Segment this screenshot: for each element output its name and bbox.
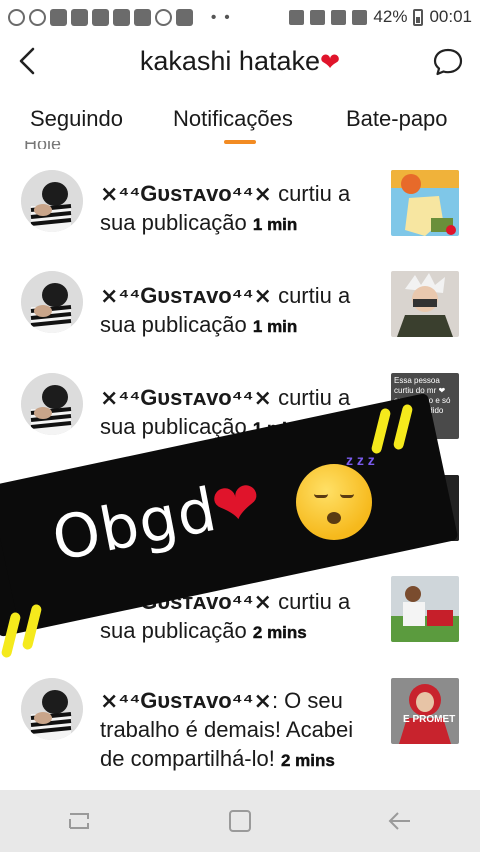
- notification-text: ⨯⁴⁴Gᴜѕтᴀᴠᴏ⁴⁴⨯ curtiu a sua publicação 1 …: [100, 179, 380, 239]
- sleeping-face-emoji-icon: [296, 464, 372, 540]
- wifi-icon: [331, 9, 347, 25]
- timestamp: 2 mins: [252, 623, 307, 642]
- facebook-icon: [29, 8, 46, 26]
- youtube-icon: [134, 8, 151, 26]
- eye: [340, 494, 354, 498]
- tab-bar: Seguindo Notificações Bate-papo: [0, 96, 480, 140]
- heart-icon: ❤: [207, 468, 265, 541]
- zzz-icon: z z z: [346, 452, 375, 468]
- back-button[interactable]: [380, 801, 420, 841]
- alarm-icon: [310, 9, 326, 25]
- page-title: kakashi hatake❤: [0, 46, 480, 77]
- clock: 00:01: [429, 7, 472, 26]
- username[interactable]: ⨯⁴⁴Gᴜѕтᴀᴠᴏ⁴⁴⨯: [100, 181, 272, 206]
- recent-apps-icon: [69, 813, 89, 829]
- eye: [314, 494, 328, 498]
- heart-icon: ❤: [320, 49, 341, 76]
- avatar[interactable]: [21, 678, 83, 740]
- chat-bubble-icon[interactable]: [432, 46, 464, 78]
- thumbnail-caption: E PROMET: [403, 714, 456, 725]
- youtube-icon: [92, 8, 109, 26]
- notification-text: ⨯⁴⁴Gᴜѕтᴀᴠᴏ⁴⁴⨯ curtiu a sua publicação 1 …: [100, 281, 380, 341]
- post-thumbnail[interactable]: [391, 170, 459, 236]
- post-thumbnail[interactable]: [391, 271, 459, 337]
- battery-percent: 42%: [373, 7, 408, 26]
- back-arrow-icon: [388, 812, 410, 830]
- notification-text: ⨯⁴⁴Gᴜѕтᴀᴠᴏ⁴⁴⨯: O seu trabalho é demais! …: [100, 686, 380, 775]
- sync-icon: [155, 8, 172, 26]
- signal-icon: [352, 9, 368, 25]
- mouth: [327, 512, 341, 524]
- screenshot-icon: [176, 8, 193, 26]
- header: kakashi hatake❤: [0, 34, 480, 92]
- username[interactable]: ⨯⁴⁴Gᴜѕтᴀᴠᴏ⁴⁴⨯: [100, 385, 272, 410]
- timestamp: 1 min: [252, 215, 298, 234]
- recent-apps-button[interactable]: [60, 801, 100, 841]
- username[interactable]: ⨯⁴⁴Gᴜѕтᴀᴠᴏ⁴⁴⨯: [100, 688, 272, 713]
- timestamp: 1 min: [252, 317, 298, 336]
- more-notifications-icon: • •: [211, 8, 232, 26]
- avatar[interactable]: [21, 271, 83, 333]
- youtube-icon: [113, 8, 130, 26]
- post-thumbnail[interactable]: E PROMET: [391, 678, 459, 744]
- username[interactable]: ⨯⁴⁴Gᴜѕтᴀᴠᴏ⁴⁴⨯: [100, 283, 272, 308]
- list-item[interactable]: ⨯⁴⁴Gᴜѕтᴀᴠᴏ⁴⁴⨯: O seu trabalho é demais! …: [0, 670, 480, 771]
- status-bar: • • 42% 00:01: [0, 0, 480, 34]
- tab-bate-papo[interactable]: Bate-papo: [346, 106, 448, 132]
- section-header-partial: Hoje: [24, 141, 61, 149]
- battery-icon: [413, 8, 424, 26]
- home-button[interactable]: [220, 801, 260, 841]
- mute-icon: [289, 9, 305, 25]
- profile-name: kakashi hatake: [139, 46, 320, 76]
- timestamp: 2 mins: [280, 751, 335, 770]
- post-thumbnail[interactable]: [391, 576, 459, 642]
- active-tab-indicator: [224, 140, 256, 144]
- avatar[interactable]: [21, 170, 83, 232]
- list-item[interactable]: ⨯⁴⁴Gᴜѕтᴀᴠᴏ⁴⁴⨯ curtiu a sua publicação 1 …: [0, 160, 480, 260]
- tab-seguindo[interactable]: Seguindo: [30, 106, 123, 132]
- home-square-icon: [229, 810, 251, 832]
- avatar[interactable]: [21, 373, 83, 435]
- tab-notificacoes[interactable]: Notificações: [173, 106, 293, 132]
- whatsapp-icon: [8, 8, 25, 26]
- youtube-icon: [71, 8, 88, 26]
- app-icon: [50, 8, 67, 26]
- system-nav-bar: [0, 790, 480, 852]
- notification-icons: • •: [8, 8, 232, 26]
- list-item[interactable]: ⨯⁴⁴Gᴜѕтᴀᴠᴏ⁴⁴⨯ curtiu a sua publicação 1 …: [0, 262, 480, 362]
